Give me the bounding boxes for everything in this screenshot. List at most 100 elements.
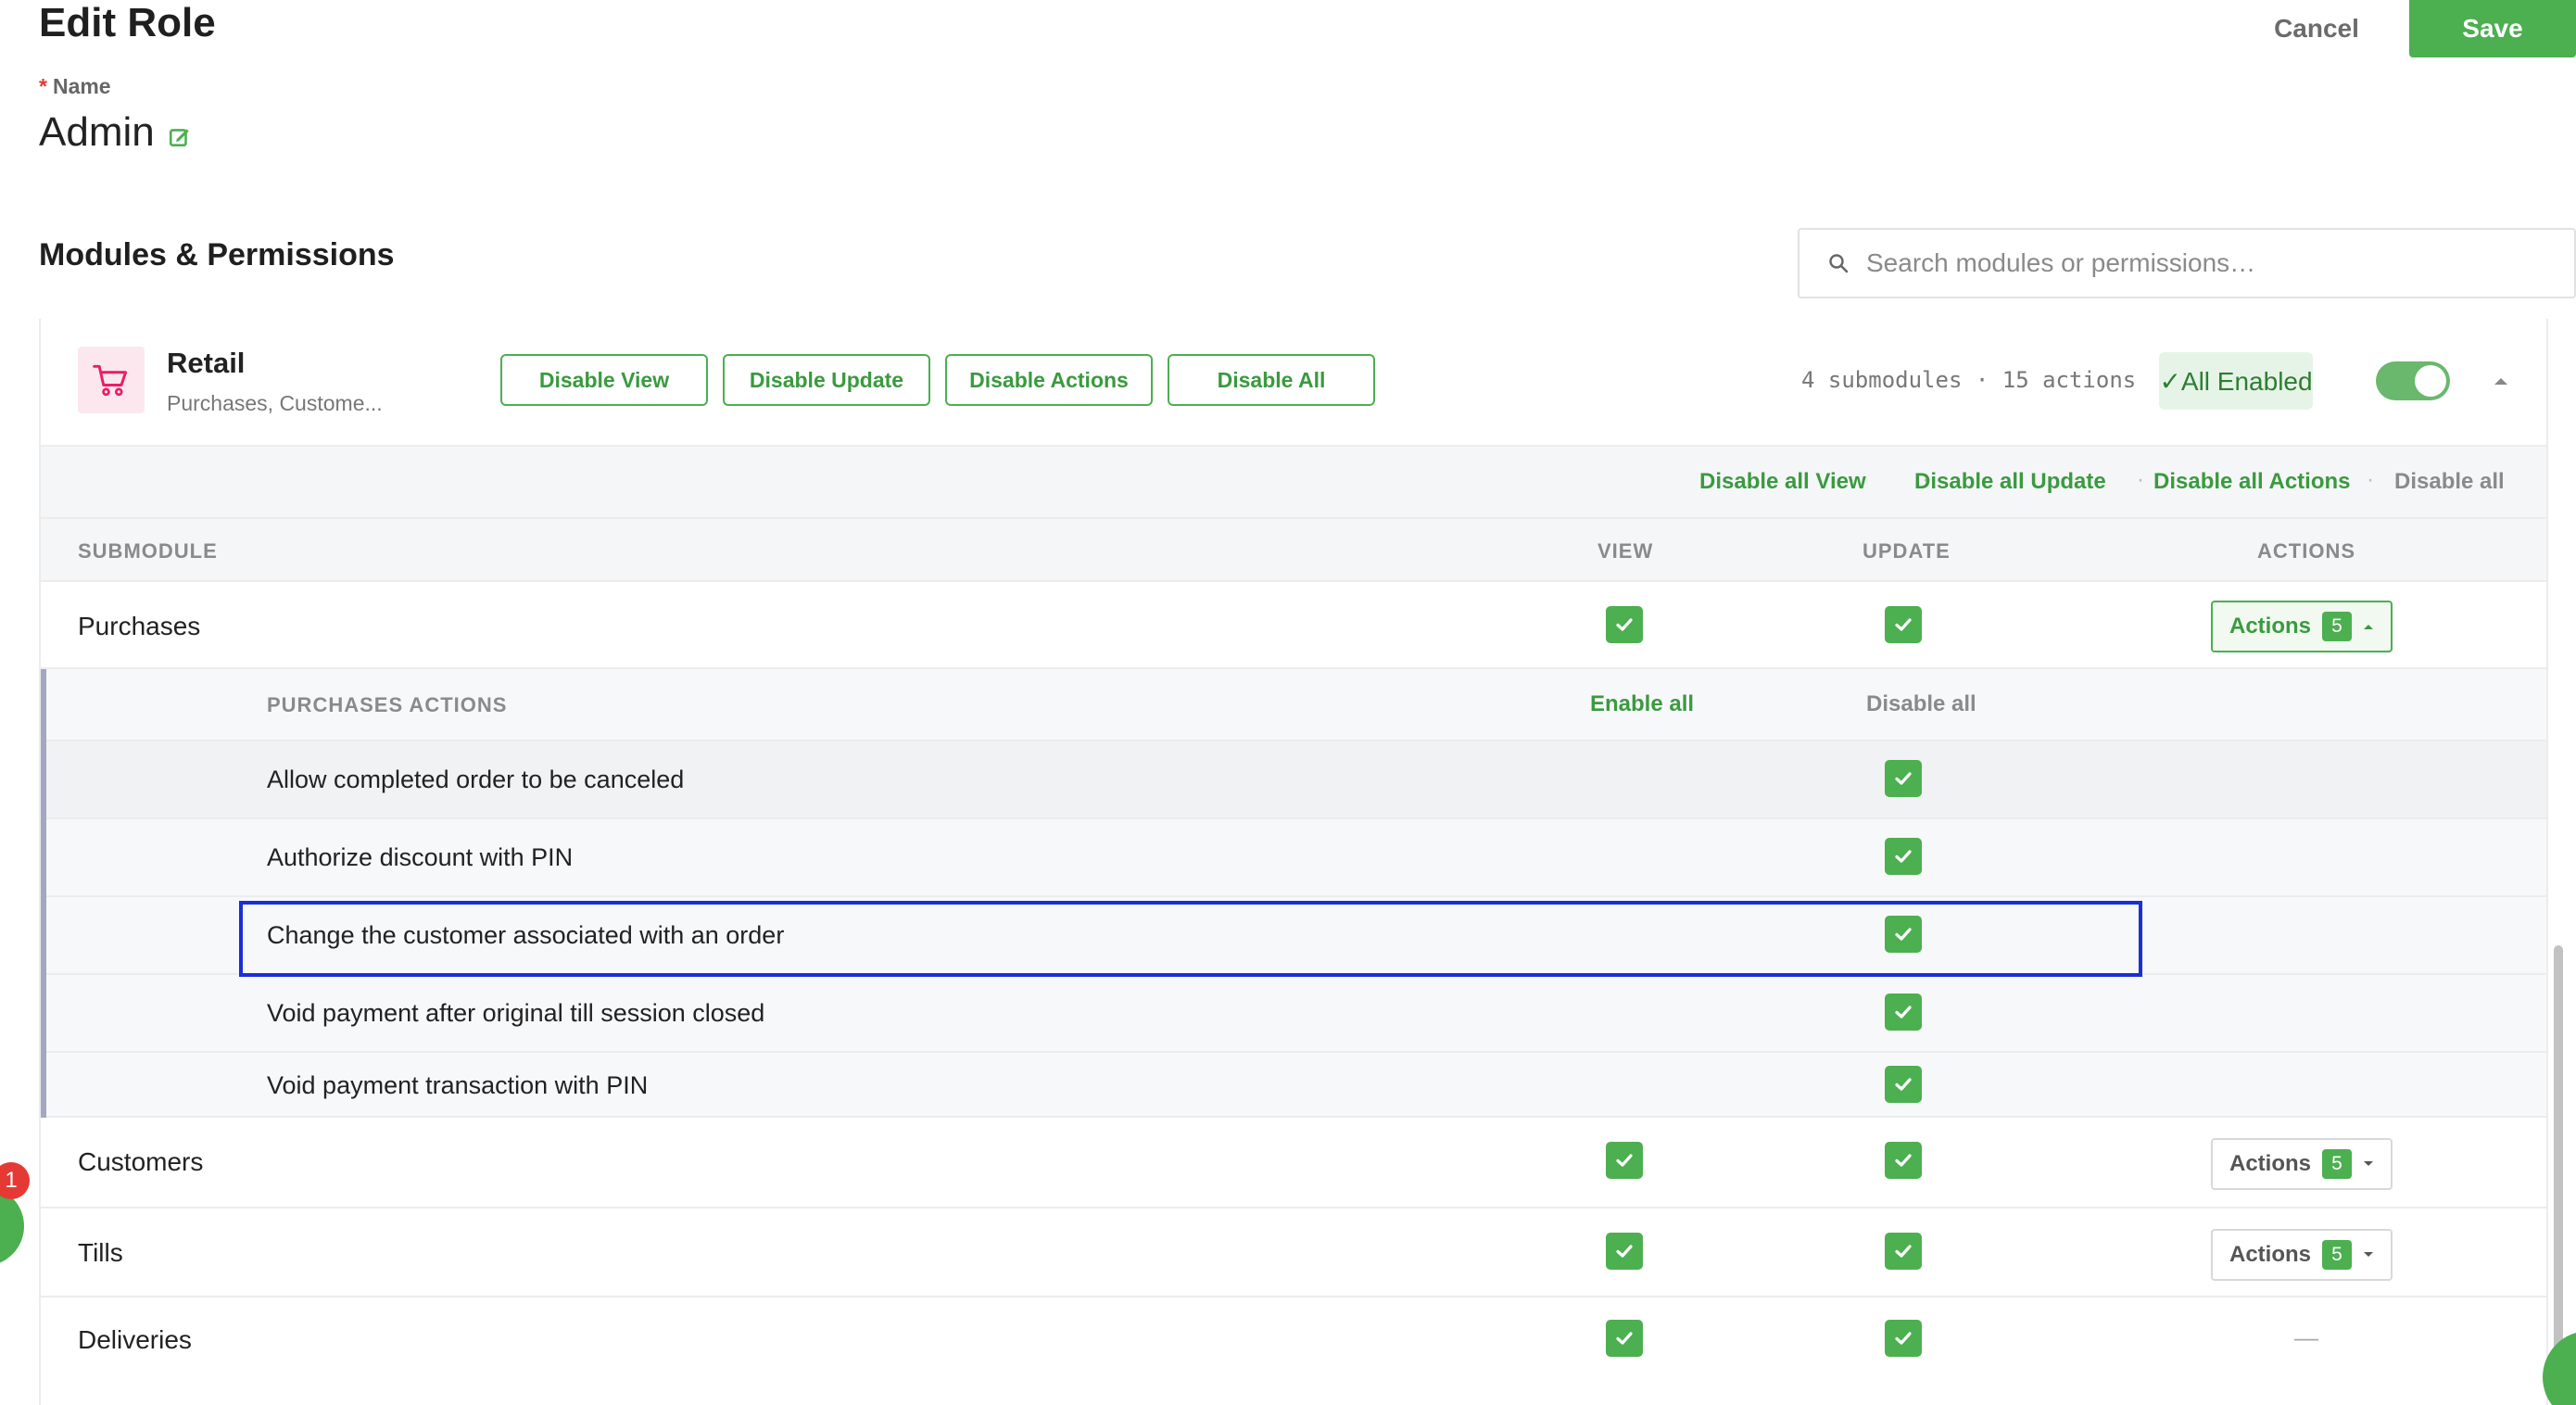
- view-checkbox[interactable]: [1606, 1233, 1643, 1270]
- module-header: Retail Purchases, Custome... Disable Vie…: [41, 319, 2546, 447]
- notification-badge: 1: [0, 1162, 30, 1199]
- actions-label: Actions: [2229, 1151, 2311, 1176]
- actions-dropdown-button[interactable]: Actions 5: [2211, 1229, 2393, 1281]
- check-icon: [1895, 928, 1912, 941]
- update-checkbox[interactable]: [1885, 1233, 1922, 1270]
- column-actions: ACTIONS: [2257, 539, 2355, 563]
- update-checkbox[interactable]: [1885, 1320, 1922, 1357]
- view-checkbox[interactable]: [1606, 1320, 1643, 1357]
- disable-all-actions-link[interactable]: Disable all Actions: [2153, 469, 2351, 495]
- cancel-button[interactable]: Cancel: [2242, 0, 2391, 57]
- check-icon: [1895, 1332, 1912, 1345]
- action-checkbox[interactable]: [1885, 838, 1922, 875]
- chevron-down-icon: [2364, 1161, 2373, 1166]
- module-card: Retail Purchases, Custome... Disable Vie…: [39, 319, 2548, 1405]
- list-item: Change the customer associated with an o…: [46, 897, 2546, 975]
- purchases-actions-panel: PURCHASES ACTIONS Enable all Disable all…: [41, 669, 2546, 1118]
- check-icon: [1895, 1154, 1912, 1167]
- no-actions-dash: —: [2294, 1323, 2318, 1351]
- search-icon: [1829, 254, 1849, 273]
- submodule-name: Tills: [78, 1238, 123, 1267]
- action-label: Change the customer associated with an o…: [267, 921, 785, 949]
- submodule-name: Deliveries: [78, 1325, 192, 1354]
- action-checkbox[interactable]: [1885, 994, 1922, 1031]
- collapse-caret-icon[interactable]: [2487, 367, 2515, 395]
- bulk-separator: ·: [2137, 467, 2144, 492]
- disable-update-button[interactable]: Disable Update: [723, 354, 930, 406]
- view-checkbox[interactable]: [1606, 1142, 1643, 1179]
- search-input[interactable]: [1866, 248, 2533, 278]
- action-label: Allow completed order to be canceled: [267, 766, 685, 793]
- actions-count-badge: 5: [2322, 1240, 2352, 1270]
- disable-view-button[interactable]: Disable View: [500, 354, 708, 406]
- module-summary: 4 submodules · 15 actions: [1801, 367, 2137, 393]
- submodule-name: Purchases: [78, 612, 201, 640]
- submodule-name: Customers: [78, 1147, 204, 1176]
- actions-label: Actions: [2229, 614, 2311, 639]
- check-icon: [1895, 1006, 1912, 1019]
- actions-dropdown-button[interactable]: Actions 5: [2211, 1138, 2393, 1190]
- check-icon: [1616, 1154, 1633, 1167]
- bulk-separator: ·: [2367, 467, 2374, 492]
- action-label: Void payment after original till session…: [267, 999, 765, 1027]
- list-item: Allow completed order to be canceled: [46, 741, 2546, 819]
- disable-all-actions-link[interactable]: Disable all: [1866, 691, 1976, 717]
- search-box[interactable]: [1798, 228, 2576, 298]
- bulk-actions-row: Disable all View · Disable all Update · …: [41, 447, 2546, 519]
- actions-label: Actions: [2229, 1242, 2311, 1267]
- toggle-knob: [2415, 365, 2446, 397]
- disable-all-update-link[interactable]: Disable all Update: [1914, 469, 2106, 495]
- module-subtitle: Purchases, Custome...: [167, 391, 383, 415]
- role-name: Admin: [39, 109, 192, 156]
- list-item: Void payment after original till session…: [46, 975, 2546, 1053]
- name-label-text: Name: [52, 74, 111, 98]
- table-header: SUBMODULE VIEW UPDATE ACTIONS: [41, 519, 2546, 582]
- purchases-actions-header: PURCHASES ACTIONS Enable all Disable all: [46, 669, 2546, 741]
- check-icon: [1895, 772, 1912, 785]
- update-checkbox[interactable]: [1885, 606, 1922, 643]
- cart-icon: [78, 347, 145, 413]
- actions-count-badge: 5: [2322, 1149, 2352, 1179]
- purchases-actions-title: PURCHASES ACTIONS: [267, 693, 508, 716]
- enable-all-actions-link[interactable]: Enable all: [1590, 691, 1694, 717]
- disable-all-button[interactable]: Disable All: [1168, 354, 1375, 406]
- actions-count-badge: 5: [2322, 612, 2352, 641]
- table-row: Tills Actions 5: [41, 1209, 2546, 1297]
- list-item: Authorize discount with PIN: [46, 819, 2546, 897]
- check-icon: [1616, 1245, 1633, 1258]
- page-title: Edit Role: [39, 0, 216, 45]
- table-row: Deliveries —: [41, 1297, 2546, 1405]
- action-checkbox[interactable]: [1885, 1066, 1922, 1103]
- check-icon: [1895, 850, 1912, 863]
- check-icon: [1895, 618, 1912, 631]
- update-checkbox[interactable]: [1885, 1142, 1922, 1179]
- action-checkbox[interactable]: [1885, 760, 1922, 797]
- list-item: Void payment transaction with PIN: [46, 1053, 2546, 1118]
- actions-dropdown-button[interactable]: Actions 5: [2211, 601, 2393, 652]
- check-icon: [1616, 1332, 1633, 1345]
- section-title: Modules & Permissions: [39, 237, 395, 272]
- disable-all-view-link[interactable]: Disable all View: [1699, 469, 1866, 495]
- save-button[interactable]: Save: [2409, 0, 2576, 57]
- disable-all-link[interactable]: Disable all: [2394, 469, 2505, 495]
- check-icon: [1616, 618, 1633, 631]
- disable-actions-button[interactable]: Disable Actions: [945, 354, 1153, 406]
- column-submodule: SUBMODULE: [78, 539, 218, 563]
- check-icon: [1895, 1245, 1912, 1258]
- chevron-up-icon: [2364, 625, 2373, 629]
- required-mark: *: [39, 74, 47, 98]
- action-checkbox[interactable]: [1885, 916, 1922, 953]
- table-row: Purchases Actions 5: [41, 582, 2546, 669]
- scrollbar[interactable]: [2554, 945, 2563, 1405]
- module-toggle[interactable]: [2376, 361, 2450, 400]
- view-checkbox[interactable]: [1606, 606, 1643, 643]
- status-badge: ✓All Enabled: [2159, 352, 2313, 410]
- chevron-down-icon: [2364, 1252, 2373, 1257]
- module-name: Retail: [167, 347, 246, 379]
- role-name-value: Admin: [39, 109, 155, 155]
- edit-icon[interactable]: [168, 125, 192, 149]
- column-view: VIEW: [1597, 539, 1654, 563]
- action-label: Void payment transaction with PIN: [267, 1071, 649, 1099]
- name-label: * Name: [39, 74, 111, 99]
- column-update: UPDATE: [1863, 539, 1951, 563]
